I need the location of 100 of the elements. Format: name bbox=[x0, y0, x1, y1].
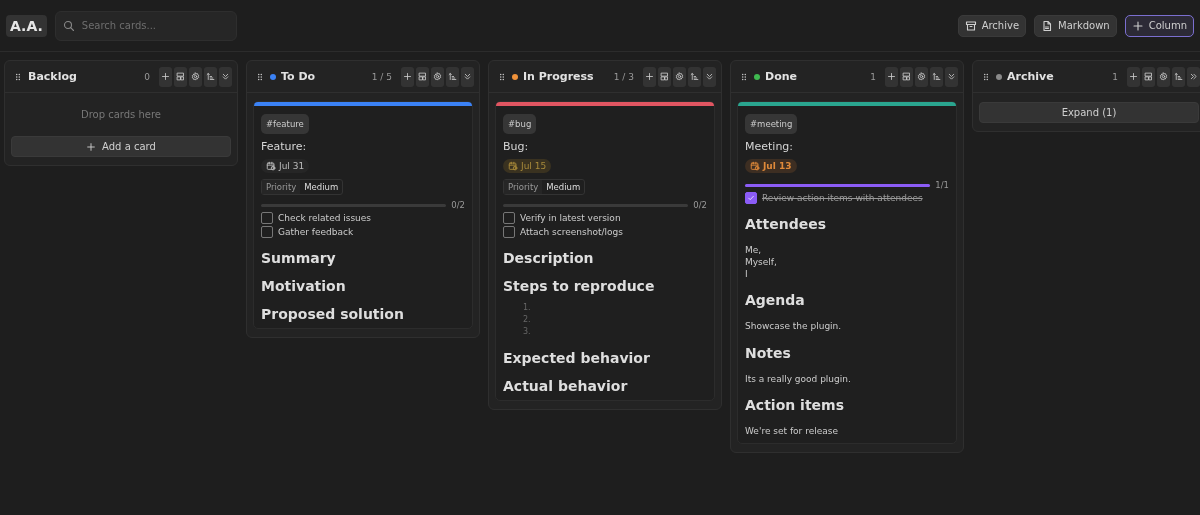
grip-icon bbox=[497, 71, 507, 82]
priority-field: Priority Medium bbox=[503, 179, 586, 195]
add-card-button[interactable] bbox=[885, 66, 898, 87]
section-heading: Expected behavior bbox=[503, 350, 651, 366]
double-chevron-down-icon bbox=[221, 72, 230, 81]
collapse-button[interactable] bbox=[703, 66, 716, 87]
card-count: 0 bbox=[144, 71, 150, 82]
due-date: Jul 15 bbox=[503, 159, 552, 173]
check-icon bbox=[747, 194, 755, 202]
grip-icon bbox=[739, 71, 749, 82]
sort-button[interactable] bbox=[688, 66, 701, 87]
list-number: 2. bbox=[523, 314, 532, 326]
settings-button[interactable] bbox=[1157, 66, 1170, 87]
checkbox[interactable] bbox=[261, 212, 273, 224]
search-field[interactable]: Search cards... bbox=[54, 10, 237, 41]
settings-icon bbox=[1159, 72, 1168, 81]
text-line: Myself, bbox=[745, 256, 778, 269]
paragraph: Its a really good plugin. bbox=[745, 372, 852, 385]
add-card-button[interactable] bbox=[643, 66, 656, 87]
calendar-clock-icon bbox=[750, 161, 760, 171]
column-title: Done bbox=[765, 70, 797, 83]
settings-button[interactable] bbox=[431, 66, 444, 87]
settings-icon bbox=[433, 72, 442, 81]
section-heading: Attendees bbox=[745, 216, 828, 232]
card-count: 1 / 5 bbox=[371, 71, 392, 82]
text-line: Me, bbox=[745, 244, 763, 257]
sort-button[interactable] bbox=[1172, 66, 1185, 87]
calendar-clock-icon bbox=[266, 161, 276, 171]
checkbox[interactable] bbox=[745, 192, 757, 204]
layout-icon bbox=[1144, 72, 1153, 81]
add-card-button[interactable]: Add a card bbox=[11, 136, 231, 157]
double-chevron-down-icon bbox=[463, 72, 472, 81]
card-title: Feature: bbox=[261, 140, 308, 153]
layout-button[interactable] bbox=[900, 66, 913, 87]
plus-icon bbox=[161, 72, 170, 81]
tag[interactable]: #feature bbox=[261, 114, 309, 134]
settings-button[interactable] bbox=[915, 66, 928, 87]
settings-button[interactable] bbox=[673, 66, 686, 87]
tag[interactable]: #meeting bbox=[745, 114, 798, 134]
layout-icon bbox=[660, 72, 669, 81]
list-number: 1. bbox=[523, 302, 532, 314]
card[interactable]: #meeting Meeting: Jul 13 1/1 Review action items with attendees Attendees Me, Myself, I Agenda Showcase the plugin. Notes Its a really good plugin. Action items We're set for release bbox=[737, 101, 957, 444]
section-heading: Motivation bbox=[261, 278, 347, 294]
priority-field: Priority Medium bbox=[261, 179, 344, 195]
layout-icon bbox=[176, 72, 185, 81]
expand-button[interactable]: Expand (1) bbox=[979, 102, 1199, 123]
layout-button[interactable] bbox=[658, 66, 671, 87]
checkbox[interactable] bbox=[503, 226, 515, 238]
tag[interactable]: #bug bbox=[503, 114, 537, 134]
section-heading: Agenda bbox=[745, 292, 806, 309]
text-line: I bbox=[745, 268, 749, 281]
collapse-button[interactable] bbox=[1187, 66, 1200, 87]
collapse-button[interactable] bbox=[461, 66, 474, 87]
card-count: 1 / 3 bbox=[613, 71, 634, 82]
checklist-item: Attach screenshot/logs bbox=[520, 227, 623, 237]
card-title: Bug: bbox=[503, 140, 530, 153]
column-title: To Do bbox=[281, 70, 316, 83]
settings-button[interactable] bbox=[189, 66, 202, 87]
markdown-button[interactable]: Markdown bbox=[1034, 14, 1117, 37]
paragraph: We're set for release bbox=[745, 424, 839, 437]
add-card-button[interactable] bbox=[1127, 66, 1140, 87]
due-date: Jul 31 bbox=[261, 159, 310, 173]
checklist-item: Gather feedback bbox=[278, 227, 354, 237]
sort-button[interactable] bbox=[930, 66, 943, 87]
archive-box-icon bbox=[964, 19, 977, 32]
archive-button[interactable]: Archive bbox=[957, 14, 1027, 37]
progress-count: 0/2 bbox=[451, 200, 465, 210]
settings-icon bbox=[191, 72, 200, 81]
add-column-button[interactable]: Column bbox=[1124, 14, 1194, 37]
sort-button[interactable] bbox=[446, 66, 459, 87]
section-heading: Description bbox=[503, 250, 595, 266]
sort-icon bbox=[932, 72, 941, 81]
document-icon bbox=[1041, 19, 1054, 32]
add-card-button[interactable] bbox=[401, 66, 414, 87]
layout-icon bbox=[902, 72, 911, 81]
layout-button[interactable] bbox=[1142, 66, 1155, 87]
section-heading: Steps to reproduce bbox=[503, 278, 656, 294]
card-count: 1 bbox=[1112, 71, 1118, 82]
progress-count: 0/2 bbox=[693, 200, 707, 210]
card-count: 1 bbox=[870, 71, 876, 82]
layout-button[interactable] bbox=[174, 66, 187, 87]
sort-button[interactable] bbox=[204, 66, 217, 87]
checkbox[interactable] bbox=[261, 226, 273, 238]
plus-icon bbox=[1131, 19, 1144, 32]
plus-icon bbox=[887, 72, 896, 81]
column-title: In Progress bbox=[523, 70, 594, 83]
progress-count: 1/1 bbox=[935, 180, 949, 190]
plus-icon bbox=[1129, 72, 1138, 81]
card-title: Meeting: bbox=[745, 140, 795, 153]
collapse-button[interactable] bbox=[219, 66, 232, 87]
checkbox[interactable] bbox=[503, 212, 515, 224]
settings-icon bbox=[917, 72, 926, 81]
add-card-button[interactable] bbox=[159, 66, 172, 87]
due-date: Jul 13 bbox=[745, 159, 797, 173]
grip-icon bbox=[255, 71, 265, 82]
drop-hint: Drop cards here bbox=[79, 108, 163, 122]
collapse-button[interactable] bbox=[945, 66, 958, 87]
layout-button[interactable] bbox=[416, 66, 429, 87]
plus-icon bbox=[403, 72, 412, 81]
paragraph: Showcase the plugin. bbox=[745, 320, 843, 333]
